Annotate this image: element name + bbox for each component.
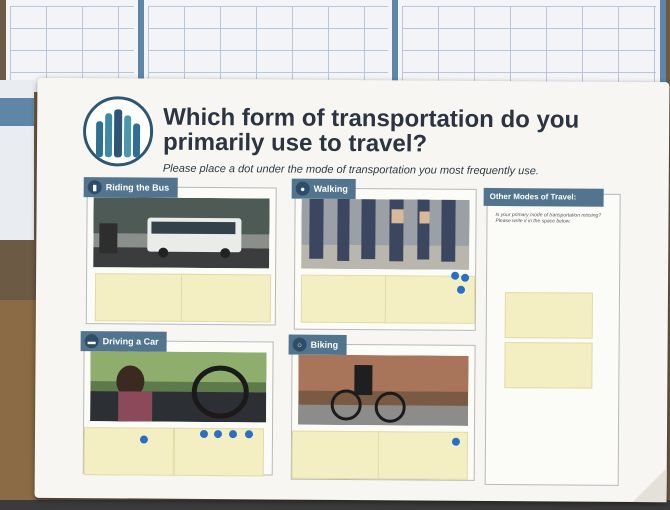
panel-label-text: Biking: [310, 339, 339, 350]
panel-label-text: Driving a Car: [102, 336, 159, 347]
wall-calendar-edge: [0, 80, 34, 240]
vote-dot: [199, 429, 209, 438]
poster-title: Which form of transportation do you prim…: [162, 103, 580, 158]
dot-area[interactable]: [83, 427, 175, 476]
panel-riding-the-bus: ▮ Riding the Bus: [83, 177, 277, 326]
cardboard-box: [0, 300, 36, 510]
panel-label: ○ Biking: [288, 334, 347, 355]
dot-area[interactable]: [300, 274, 392, 324]
wall-calendar: [398, 0, 666, 92]
panel-label-text: Walking: [313, 183, 348, 194]
bus-icon: ▮: [87, 180, 102, 195]
dot-area[interactable]: [94, 273, 186, 322]
car-icon: ▬: [84, 334, 99, 349]
pedestrian-icon: ●: [295, 181, 310, 196]
biking-photo: [298, 354, 469, 426]
poster-board: Which form of transportation do you prim…: [34, 77, 670, 503]
hands-raised-logo: [82, 96, 154, 167]
dot-area[interactable]: [384, 275, 476, 324]
driving-photo: [90, 351, 267, 423]
vote-dot: [139, 435, 148, 444]
panel-label: ● Walking: [291, 178, 356, 200]
walking-photo: [301, 198, 470, 270]
bicycle-icon: ○: [292, 337, 307, 352]
panel-label: ▬ Driving a Car: [80, 331, 167, 352]
vote-dot: [244, 430, 254, 439]
panel-biking: ○ Biking: [288, 334, 476, 481]
vote-dot: [228, 430, 238, 439]
other-modes-instructions: Is your primary mode of transportation m…: [495, 212, 602, 225]
panel-label-text: Riding the Bus: [105, 182, 170, 193]
write-in-area[interactable]: [504, 292, 593, 339]
panel-other-modes: Other Modes of Travel: Is your primary m…: [483, 187, 621, 486]
vote-dot: [456, 285, 466, 294]
panel-label: ▮ Riding the Bus: [83, 177, 178, 198]
panel-driving-a-car: ▬ Driving a Car: [80, 331, 274, 477]
write-in-area[interactable]: [504, 342, 593, 389]
vote-dot: [213, 430, 223, 439]
poster-subtitle: Please place a dot under the mode of tra…: [162, 162, 539, 178]
vote-dot: [461, 273, 470, 282]
panel-walking: ● Walking: [291, 178, 477, 331]
vote-dot: [451, 437, 460, 446]
board-corner-curl: [632, 467, 667, 503]
dot-area[interactable]: [180, 273, 272, 323]
vote-dot: [451, 271, 460, 280]
panel-label: Other Modes of Travel:: [483, 187, 604, 207]
bus-photo: [93, 197, 270, 269]
dot-area[interactable]: [291, 430, 383, 480]
